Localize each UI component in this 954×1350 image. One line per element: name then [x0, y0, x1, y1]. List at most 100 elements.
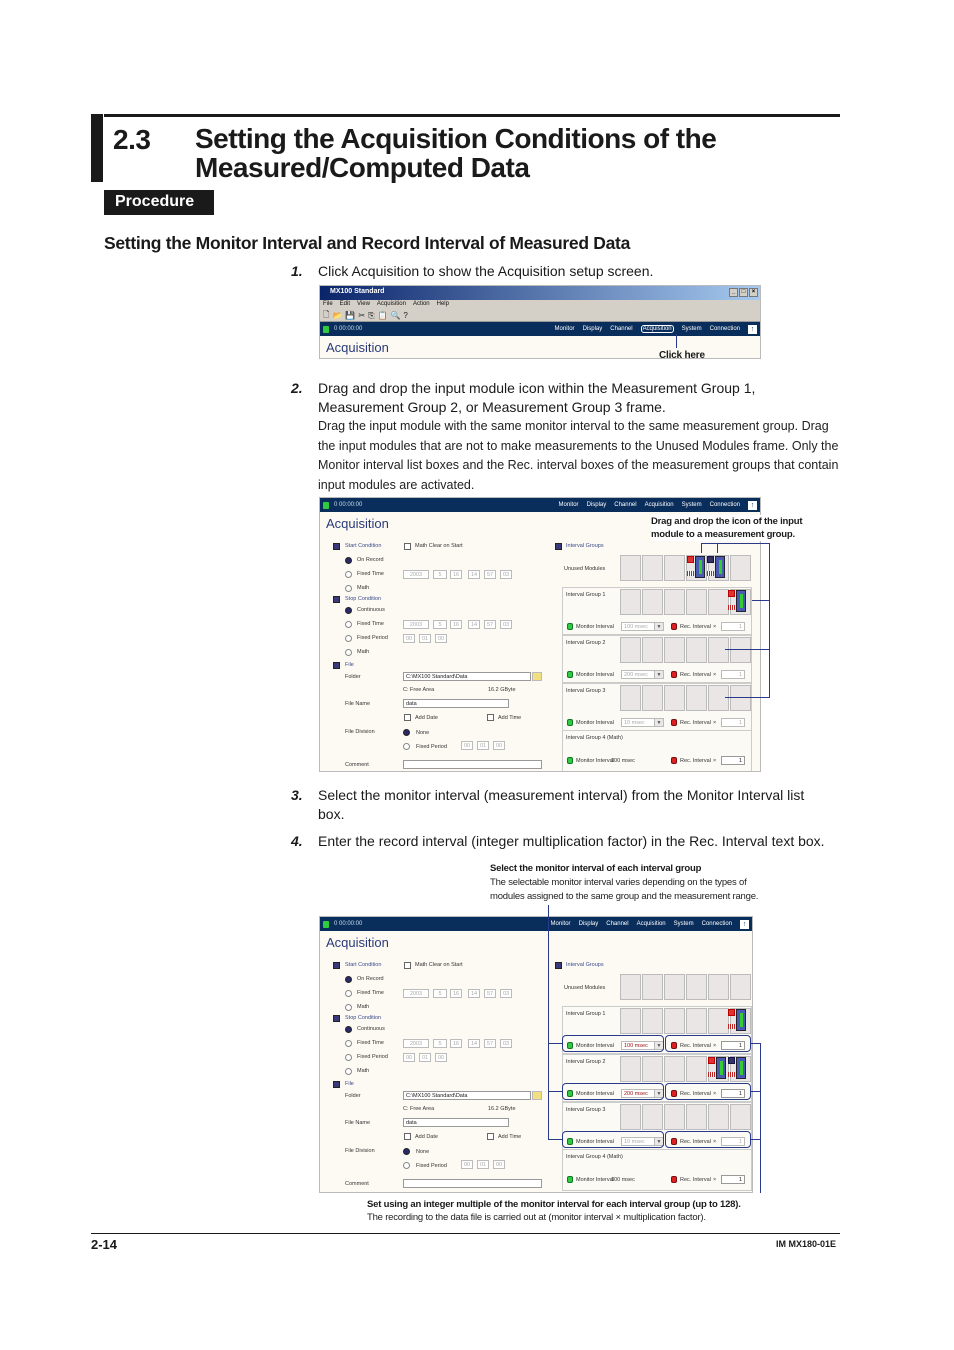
folder-field[interactable]: C:\MX100 Standard\Data — [403, 672, 531, 681]
file-name-field[interactable]: data — [403, 699, 509, 708]
stop-hour-field[interactable]: 14 — [468, 1039, 480, 1048]
menu-help[interactable]: Help — [437, 301, 449, 310]
start-month-field[interactable]: 5 — [433, 570, 447, 579]
start-math-radio[interactable] — [345, 1004, 352, 1011]
start-min-field[interactable]: 57 — [484, 570, 496, 579]
add-date-checkbox[interactable] — [404, 714, 411, 721]
close-button[interactable]: × — [749, 288, 758, 297]
nav-monitor[interactable]: Monitor — [559, 502, 579, 508]
start-fixed-time-radio[interactable] — [345, 571, 352, 578]
folder-field[interactable]: C:\MX100 Standard\Data — [403, 1091, 531, 1100]
group-slots[interactable] — [620, 1104, 752, 1130]
add-time-checkbox[interactable] — [487, 1133, 494, 1140]
unused-modules-slots[interactable] — [620, 974, 752, 1000]
nav-display[interactable]: Display — [583, 326, 603, 332]
stop-sec-field[interactable]: 03 — [500, 1039, 512, 1048]
start-fixed-time-radio[interactable] — [345, 990, 352, 997]
chevron-down-icon[interactable]: ▼ — [654, 719, 663, 726]
period-h-field[interactable]: 00 — [403, 634, 415, 643]
division-s-field[interactable]: 00 — [493, 1160, 505, 1169]
comment-field[interactable] — [403, 1179, 542, 1188]
up-arrow-icon[interactable]: ↑ — [740, 919, 749, 929]
nav-system[interactable]: System — [682, 326, 702, 332]
file-name-field[interactable]: data — [403, 1118, 509, 1127]
rec-interval-field[interactable]: 1 — [721, 756, 745, 765]
monitor-interval-select[interactable]: 100 msec ▼ — [621, 622, 664, 631]
stop-math-radio[interactable] — [345, 649, 352, 656]
on-record-radio[interactable] — [345, 557, 352, 564]
folder-browse-icon[interactable] — [532, 1091, 542, 1100]
add-date-checkbox[interactable] — [404, 1133, 411, 1140]
cut-icon[interactable]: ✂ — [358, 311, 365, 320]
stop-month-field[interactable]: 5 — [433, 620, 447, 629]
stop-condition-checkbox[interactable] — [333, 1015, 340, 1022]
minimize-button[interactable]: _ — [729, 288, 738, 297]
start-day-field[interactable]: 16 — [450, 989, 462, 998]
add-time-checkbox[interactable] — [487, 714, 494, 721]
nav-acquisition[interactable]: Acquisition — [645, 502, 674, 508]
period-s-field[interactable]: 00 — [435, 1053, 447, 1062]
start-hour-field[interactable]: 14 — [468, 989, 480, 998]
input-module-1[interactable] — [728, 1057, 746, 1081]
nav-monitor[interactable]: Monitor — [551, 921, 571, 927]
division-h-field[interactable]: 00 — [461, 1160, 473, 1169]
zoom-icon[interactable]: 🔍 — [390, 311, 400, 320]
help-icon[interactable]: ? — [403, 311, 407, 320]
nav-system[interactable]: System — [674, 921, 694, 927]
nav-monitor[interactable]: Monitor — [555, 326, 575, 332]
stop-min-field[interactable]: 57 — [484, 620, 496, 629]
group-slots[interactable] — [620, 685, 752, 711]
stop-day-field[interactable]: 16 — [450, 1039, 462, 1048]
stop-condition-checkbox[interactable] — [333, 596, 340, 603]
menu-action[interactable]: Action — [413, 301, 430, 310]
nav-display[interactable]: Display — [579, 921, 599, 927]
nav-acquisition[interactable]: Acquisition — [640, 325, 674, 333]
input-module-2[interactable] — [687, 556, 705, 580]
start-day-field[interactable]: 16 — [450, 570, 462, 579]
input-module-1[interactable] — [707, 556, 725, 580]
nav-connection[interactable]: Connection — [710, 502, 740, 508]
file-checkbox[interactable] — [333, 1081, 340, 1088]
rec-interval-field[interactable]: 1 — [721, 1175, 745, 1184]
start-year-field[interactable]: 2003 — [403, 570, 429, 579]
stop-day-field[interactable]: 16 — [450, 620, 462, 629]
open-icon[interactable]: 📂 — [332, 311, 342, 320]
division-fixed-period-radio[interactable] — [403, 743, 410, 750]
nav-connection[interactable]: Connection — [702, 921, 732, 927]
paste-icon[interactable]: 📋 — [377, 311, 387, 320]
division-none-radio[interactable] — [403, 1148, 410, 1155]
division-s-field[interactable]: 00 — [493, 741, 505, 750]
start-hour-field[interactable]: 14 — [468, 570, 480, 579]
stop-math-radio[interactable] — [345, 1068, 352, 1075]
period-h-field[interactable]: 00 — [403, 1053, 415, 1062]
stop-hour-field[interactable]: 14 — [468, 620, 480, 629]
comment-field[interactable] — [403, 760, 542, 769]
on-record-radio[interactable] — [345, 976, 352, 983]
fixed-period-radio[interactable] — [345, 1054, 352, 1061]
nav-channel[interactable]: Channel — [606, 921, 628, 927]
menu-view[interactable]: View — [357, 301, 370, 310]
folder-browse-icon[interactable] — [532, 672, 542, 681]
stop-min-field[interactable]: 57 — [484, 1039, 496, 1048]
stop-sec-field[interactable]: 03 — [500, 620, 512, 629]
start-min-field[interactable]: 57 — [484, 989, 496, 998]
nav-channel[interactable]: Channel — [610, 326, 632, 332]
menu-acquisition[interactable]: Acquisition — [377, 301, 406, 310]
division-none-radio[interactable] — [403, 729, 410, 736]
rec-interval-field[interactable]: 1 — [721, 670, 745, 679]
file-checkbox[interactable] — [333, 662, 340, 669]
period-m-field[interactable]: 01 — [419, 1053, 431, 1062]
new-icon[interactable]: 🗋 — [323, 309, 329, 323]
start-condition-checkbox[interactable] — [333, 962, 340, 969]
input-module-2[interactable] — [708, 1057, 726, 1081]
nav-connection[interactable]: Connection — [710, 326, 740, 332]
stop-fixed-time-radio[interactable] — [345, 621, 352, 628]
nav-channel[interactable]: Channel — [614, 502, 636, 508]
start-sec-field[interactable]: 03 — [500, 989, 512, 998]
menu-edit[interactable]: Edit — [340, 301, 350, 310]
interval-groups-checkbox[interactable] — [555, 543, 562, 550]
chevron-down-icon[interactable]: ▼ — [654, 671, 663, 678]
maximize-button[interactable]: □ — [739, 288, 748, 297]
division-m-field[interactable]: 01 — [477, 741, 489, 750]
start-condition-checkbox[interactable] — [333, 543, 340, 550]
